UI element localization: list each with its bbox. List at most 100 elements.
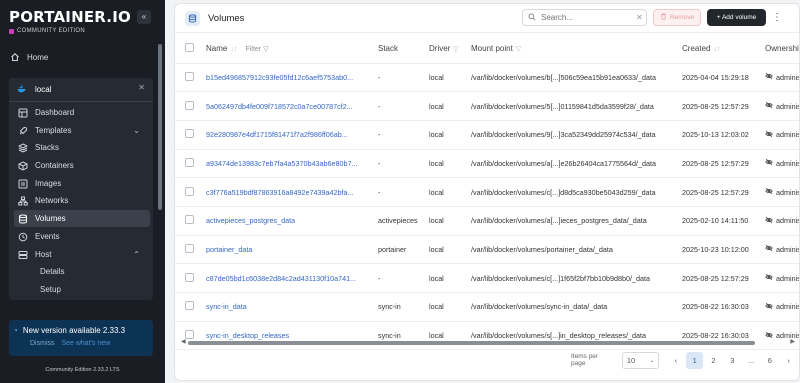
brand-logo[interactable]: PORTAINER.IO [9, 8, 131, 26]
volume-name-link[interactable]: b15ed496857912c93fe05fd12c6aef5753ab0... [206, 73, 353, 82]
row-checkbox[interactable] [185, 330, 194, 340]
row-checkbox[interactable] [185, 71, 194, 81]
row-checkbox[interactable] [185, 129, 194, 139]
more-options-icon[interactable]: ⋮ [772, 12, 782, 23]
volume-name-link[interactable]: c87de05bd1c6038e2d84c2ad431130f10a741... [206, 274, 356, 283]
row-select-cell [175, 177, 206, 207]
filter-icon[interactable]: ▽ [453, 46, 458, 53]
mount-point-cell: /var/lib/docker/volumes/c[...]d8d5ca930b… [471, 177, 682, 207]
environment-name: local [35, 84, 52, 94]
page-6-button[interactable]: 6 [761, 352, 778, 369]
column-created[interactable]: Created ↓↑ [682, 35, 765, 64]
clear-search-icon[interactable]: ✕ [636, 13, 643, 22]
row-select-cell [175, 91, 206, 121]
column-stack[interactable]: Stack [378, 35, 429, 64]
sidebar-item-home[interactable]: Home [10, 48, 152, 66]
filter-button[interactable]: Filter ▽ [246, 46, 269, 53]
close-icon[interactable]: ✕ [138, 83, 145, 92]
table-row[interactable]: portainer_data portainer local/var/lib/doc… [175, 235, 799, 265]
sidebar-subitem-setup[interactable]: Setup [40, 285, 61, 294]
row-checkbox[interactable] [185, 301, 194, 311]
sidebar-item-images[interactable]: Images [14, 175, 150, 192]
items-per-page-select[interactable]: 10 ⌄ [621, 351, 660, 369]
stack-cell: portainer [378, 235, 429, 265]
page-2-button[interactable]: 2 [705, 352, 722, 369]
column-ownership[interactable]: Ownership [765, 35, 799, 64]
volume-name-link[interactable]: 92e280987e4df1715f81471f7a2f986ff06ab... [206, 130, 348, 139]
eye-off-icon [765, 273, 773, 283]
volume-name-link[interactable]: portainer_data [206, 245, 252, 254]
sidebar-item-containers[interactable]: Containers [14, 157, 150, 174]
sidebar-item-events[interactable]: Events [14, 228, 150, 245]
add-volume-button[interactable]: + Add volume [707, 9, 766, 26]
search-box[interactable]: ✕ [522, 9, 647, 26]
dismiss-link[interactable]: Dismiss [30, 340, 55, 347]
column-driver[interactable]: Driver ▽ [429, 35, 471, 64]
chevron-down-icon[interactable]: ⌄ [133, 126, 140, 135]
scroll-left-icon[interactable]: ◀ [181, 338, 186, 345]
scrollbar-thumb[interactable] [188, 341, 755, 345]
horizontal-scrollbar[interactable]: ◀ ▶ [181, 338, 795, 346]
sidebar-item-templates[interactable]: Templates ⌄ [14, 122, 150, 139]
table-row[interactable]: 92e280987e4df1715f81471f7a2f986ff06ab...… [175, 120, 799, 150]
table-row[interactable]: 5a062497db4fe009f718572c0a7ce00787cf2...… [175, 91, 799, 121]
sidebar-item-host[interactable]: Host ⌃ [14, 246, 150, 263]
table-row[interactable]: b15ed496857912c93fe05fd12c6aef5753ab0...… [175, 63, 799, 93]
next-page-icon[interactable]: › [780, 352, 797, 369]
table-row[interactable]: c87de05bd1c6038e2d84c2ad431130f10a741...… [175, 263, 799, 293]
column-name[interactable]: Name ↓↑ Filter ▽ [206, 35, 378, 64]
sidebar-subitem-details[interactable]: Details [40, 267, 64, 276]
database-icon [18, 214, 28, 224]
scroll-right-icon[interactable]: ▶ [790, 338, 795, 345]
column-mount-point[interactable]: Mount point ▽ [471, 35, 682, 64]
ownership-cell: administrators [765, 177, 799, 207]
collapse-sidebar-button[interactable]: « [137, 10, 151, 24]
search-input[interactable] [541, 13, 631, 22]
volume-name-link[interactable]: sync-in_desktop_releases [206, 331, 289, 340]
previous-page-icon[interactable]: ‹ [667, 352, 684, 369]
divider [9, 101, 153, 102]
table-row[interactable]: c3f776a519bdf87863916a8492e7439a42bfa...… [175, 177, 799, 207]
sidebar-item-stacks[interactable]: Stacks [14, 139, 150, 156]
update-title-text: New version available 2.33.3 [22, 326, 126, 335]
sort-icon[interactable]: ↓↑ [713, 46, 720, 53]
driver-cell: local [429, 63, 471, 93]
sidebar-scrollbar[interactable] [158, 44, 162, 210]
volume-name-cell: activepieces_postgres_data [206, 206, 378, 236]
sidebar-item-dashboard[interactable]: Dashboard [14, 104, 150, 121]
volume-name-cell: a93474de13983c7eb7fa4a5370b43ab6e80b7... [206, 149, 378, 179]
docker-icon [17, 84, 27, 94]
environment-header[interactable]: local ✕ [9, 80, 153, 98]
row-select-cell [175, 63, 206, 93]
search-icon [528, 12, 536, 23]
page-3-button[interactable]: 3 [724, 352, 741, 369]
row-checkbox[interactable] [185, 186, 194, 196]
volume-name-link[interactable]: c3f776a519bdf87863916a8492e7439a42bfa... [206, 188, 354, 197]
remove-button[interactable]: Remove [653, 9, 701, 26]
volume-name-link[interactable]: activepieces_postgres_data [206, 216, 295, 225]
sidebar: PORTAINER.IO COMMUNITY EDITION « Home lo… [0, 0, 165, 383]
row-checkbox[interactable] [185, 157, 194, 167]
mount-point-cell: /var/lib/docker/volumes/c[...]1f65f2bf7b… [471, 263, 682, 293]
row-checkbox[interactable] [185, 272, 194, 282]
table-row[interactable]: activepieces_postgres_data activepieces lo… [175, 206, 799, 236]
sidebar-item-volumes[interactable]: Volumes [14, 210, 150, 227]
row-checkbox[interactable] [185, 243, 194, 253]
volume-name-link[interactable]: a93474de13983c7eb7fa4a5370b43ab6e80b7... [206, 159, 358, 168]
table-row[interactable]: a93474de13983c7eb7fa4a5370b43ab6e80b7...… [175, 149, 799, 179]
row-checkbox[interactable] [185, 100, 194, 110]
page-1-button[interactable]: 1 [686, 351, 704, 369]
sort-icon[interactable]: ↓↑ [230, 46, 237, 53]
sidebar-item-label: Networks [35, 196, 69, 205]
chevron-up-icon[interactable]: ⌃ [133, 250, 140, 259]
sidebar-item-networks[interactable]: Networks [14, 192, 150, 209]
table-row[interactable]: sync-in_data sync-in local/var/lib/docker/… [175, 292, 799, 322]
whats-new-link[interactable]: See what's new [61, 340, 110, 347]
volume-name-link[interactable]: sync-in_data [206, 302, 247, 311]
volume-name-link[interactable]: 5a062497db4fe009f718572c0a7ce00787cf2... [206, 102, 353, 111]
row-checkbox[interactable] [185, 215, 194, 225]
select-all-checkbox[interactable] [185, 43, 194, 53]
table-header-row: Name ↓↑ Filter ▽ Stack Driver ▽ Mount poin… [175, 35, 799, 64]
filter-icon[interactable]: ▽ [516, 46, 521, 53]
dashboard-icon [18, 108, 28, 118]
